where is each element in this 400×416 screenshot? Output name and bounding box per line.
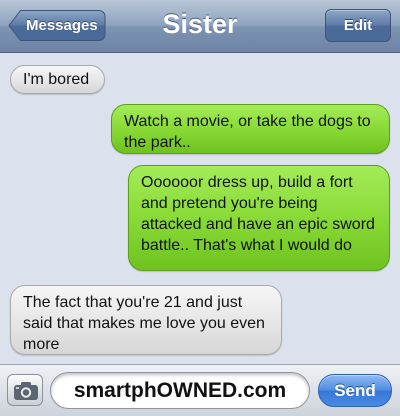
message-text-field[interactable]: smartphOWNED.com <box>50 372 310 409</box>
send-button[interactable]: Send <box>318 374 392 407</box>
message-bubble-received[interactable]: The fact that you're 21 and just said th… <box>4 285 282 355</box>
edit-button[interactable]: Edit <box>325 9 391 42</box>
navigation-bar: Messages Sister Edit <box>0 0 400 53</box>
message-bubble-sent[interactable]: Oooooor dress up, build a fort and prete… <box>128 165 396 271</box>
message-bubble-received[interactable]: I'm bored <box>4 65 105 94</box>
message-bubble-sent[interactable]: Watch a movie, or take the dogs to the p… <box>111 104 396 154</box>
camera-button[interactable] <box>7 374 43 406</box>
messages-screen: Messages Sister Edit I'm bored Watch a m… <box>0 0 400 416</box>
message-input-bar: smartphOWNED.com Send <box>0 364 400 416</box>
camera-icon <box>14 382 38 400</box>
